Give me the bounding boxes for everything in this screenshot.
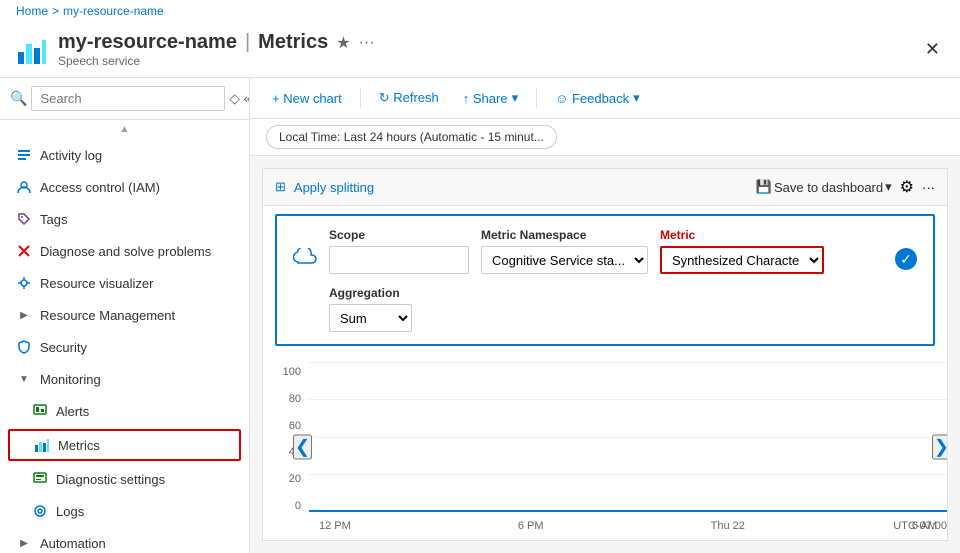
sidebar-label: Automation <box>40 536 106 551</box>
top-bar: my-resource-name | Metrics ★ ··· Speech … <box>0 22 960 78</box>
chart-timezone: UTC-07:00 <box>893 520 947 532</box>
metric-field: Metric Synthesized Characters <box>660 228 824 274</box>
security-icon <box>16 339 32 355</box>
resource-visualizer-icon <box>16 275 32 291</box>
apply-splitting-button[interactable]: Apply splitting <box>294 180 374 195</box>
sidebar-item-diagnostic-settings[interactable]: Diagnostic settings <box>0 463 249 495</box>
content-toolbar: + New chart ↻ Refresh ↑ Share ▾ ☺ Feedba… <box>250 78 960 119</box>
sidebar-label: Tags <box>40 212 67 227</box>
sidebar-item-access-control[interactable]: Access control (IAM) <box>0 171 249 203</box>
resource-icon <box>16 34 48 66</box>
sidebar-label: Diagnose and solve problems <box>40 244 211 259</box>
save-icon: 💾 <box>756 179 772 195</box>
namespace-select[interactable]: Cognitive Service sta... <box>482 246 647 274</box>
metrics-icon <box>34 437 50 453</box>
feedback-button[interactable]: ☺ Feedback ▾ <box>549 86 646 110</box>
new-chart-button[interactable]: + New chart <box>266 87 348 110</box>
sidebar-item-alerts[interactable]: Alerts <box>0 395 249 427</box>
splitting-icon: ⊞ <box>275 179 286 195</box>
chart-container: ⊞ Apply splitting 💾 Save to dashboard ▾ … <box>262 168 948 541</box>
page-title: my-resource-name | Metrics ★ ··· <box>58 31 375 54</box>
metric-label: Metric <box>660 228 824 242</box>
breadcrumb-resource[interactable]: my-resource-name <box>63 4 164 18</box>
more-button[interactable]: ··· <box>359 34 375 52</box>
sidebar-label: Activity log <box>40 148 102 163</box>
sidebar-item-logs[interactable]: Logs <box>0 495 249 527</box>
automation-icon: ▶ <box>16 535 32 551</box>
scope-label: Scope <box>329 228 469 242</box>
sidebar-item-diagnose[interactable]: Diagnose and solve problems <box>0 235 249 267</box>
sidebar-item-security[interactable]: Security <box>0 331 249 363</box>
sidebar-label: Resource Management <box>40 308 175 323</box>
sidebar-label: Resource visualizer <box>40 276 153 291</box>
time-filter-pill[interactable]: Local Time: Last 24 hours (Automatic - 1… <box>266 125 557 149</box>
chart-nav-left[interactable]: ❮ <box>293 435 312 460</box>
save-dashboard-button[interactable]: 💾 Save to dashboard ▾ <box>756 179 892 195</box>
alerts-icon <box>32 403 48 419</box>
chart-toolbar: ⊞ Apply splitting 💾 Save to dashboard ▾ … <box>263 169 947 206</box>
chevron-down-icon: ▼ <box>16 371 32 387</box>
chevron-right-icon: ▶ <box>16 307 32 323</box>
sidebar-item-resource-visualizer[interactable]: Resource visualizer <box>0 267 249 299</box>
resource-subtitle: Speech service <box>58 54 375 68</box>
chart-settings-button[interactable]: ⚙ <box>900 177 914 197</box>
grid-line <box>309 474 947 475</box>
breadcrumb-home[interactable]: Home <box>16 4 48 18</box>
sidebar-label: Logs <box>56 504 84 519</box>
sidebar: 🔍 ◇ « ▲ Activity log Access control (IAM… <box>0 78 250 553</box>
cloud-icon <box>293 248 317 274</box>
metric-select[interactable]: Synthesized Characters <box>662 246 822 274</box>
grid-line <box>309 437 947 438</box>
sidebar-label: Access control (IAM) <box>40 180 160 195</box>
grid-line <box>309 362 947 363</box>
sidebar-label: Metrics <box>58 438 100 453</box>
metric-selector: Scope Metric Namespace Cognitive Service… <box>275 214 935 346</box>
grid-line <box>309 399 947 400</box>
diagnose-icon <box>16 243 32 259</box>
scope-field: Scope <box>329 228 469 274</box>
refresh-button[interactable]: ↻ Refresh <box>373 86 445 110</box>
breadcrumb: Home > my-resource-name <box>0 0 960 22</box>
chart-x-labels: 12 PM 6 PM Thu 22 6 AM <box>309 520 947 532</box>
chart-more-button[interactable]: ··· <box>922 180 935 195</box>
diagnostic-icon <box>32 471 48 487</box>
sidebar-item-monitoring[interactable]: ▼ Monitoring <box>0 363 249 395</box>
chart-nav-right[interactable]: ❯ <box>932 435 947 460</box>
logs-icon <box>32 503 48 519</box>
sidebar-scroll-up: ▲ <box>0 120 249 139</box>
content-area: + New chart ↻ Refresh ↑ Share ▾ ☺ Feedba… <box>250 78 960 553</box>
activity-log-icon <box>16 147 32 163</box>
feedback-dropdown-icon: ▾ <box>633 90 640 106</box>
access-control-icon <box>16 179 32 195</box>
sidebar-label: Alerts <box>56 404 89 419</box>
share-button[interactable]: ↑ Share ▾ <box>457 86 524 110</box>
aggregation-field: Aggregation Sum Average Min Max Count <box>329 286 412 332</box>
share-dropdown-icon: ▾ <box>512 90 519 106</box>
save-dropdown-icon: ▾ <box>885 179 892 195</box>
search-input[interactable] <box>31 86 225 111</box>
close-button[interactable]: ✕ <box>921 35 944 64</box>
sidebar-item-automation[interactable]: ▶ Automation <box>0 527 249 553</box>
aggregation-label: Aggregation <box>329 286 412 300</box>
sidebar-label: Diagnostic settings <box>56 472 165 487</box>
sidebar-label: Monitoring <box>40 372 101 387</box>
sidebar-item-resource-management[interactable]: ▶ Resource Management <box>0 299 249 331</box>
sidebar-label: Security <box>40 340 87 355</box>
chart-area: 100 80 60 40 20 0 <box>263 354 947 540</box>
time-filter-bar: Local Time: Last 24 hours (Automatic - 1… <box>250 119 960 156</box>
sidebar-icon-btn[interactable]: ◇ <box>229 91 239 107</box>
metric-check-icon: ✓ <box>895 248 917 270</box>
aggregation-select[interactable]: Sum Average Min Max Count <box>330 304 411 332</box>
scope-input[interactable] <box>329 246 469 274</box>
breadcrumb-sep: > <box>52 4 59 18</box>
namespace-field: Metric Namespace Cognitive Service sta..… <box>481 228 648 274</box>
star-button[interactable]: ★ <box>336 33 350 53</box>
tags-icon <box>16 211 32 227</box>
chart-baseline <box>309 510 947 512</box>
namespace-label: Metric Namespace <box>481 228 648 242</box>
sidebar-item-activity-log[interactable]: Activity log <box>0 139 249 171</box>
sidebar-item-metrics[interactable]: Metrics <box>8 429 241 461</box>
search-icon: 🔍 <box>10 90 27 107</box>
sidebar-item-tags[interactable]: Tags <box>0 203 249 235</box>
